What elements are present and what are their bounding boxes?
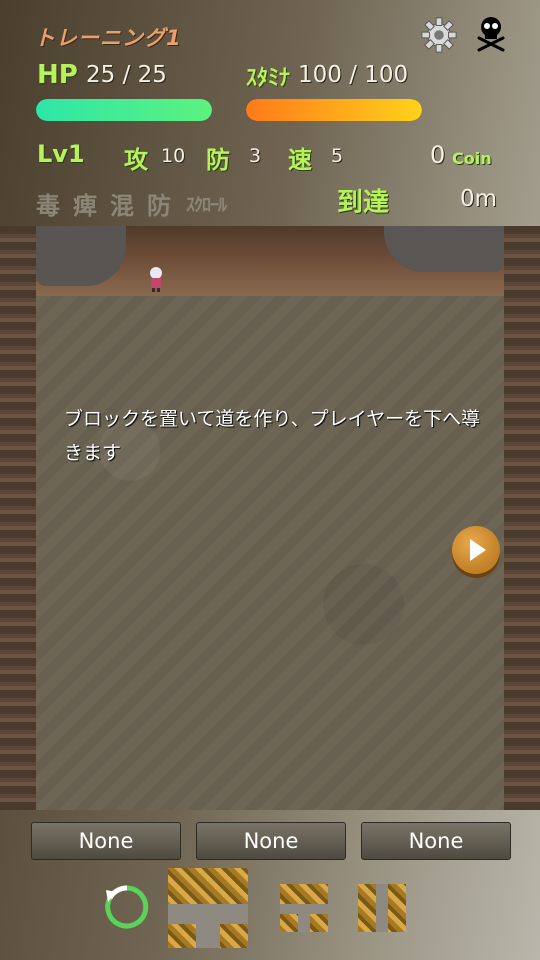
skull-icon[interactable] <box>476 16 506 52</box>
item-slot-3[interactable]: None <box>361 822 511 860</box>
stamina-bar-fill <box>246 99 422 121</box>
tutorial-message: ブロックを置いて道を作り、プレイヤーを下へ導きます <box>64 408 481 464</box>
left-wall <box>0 226 36 810</box>
reach-label: 到達 <box>337 188 390 218</box>
stamina-label: ｽﾀﾐﾅ <box>246 66 291 91</box>
defense-value: 3 <box>249 145 262 167</box>
rock <box>384 226 504 272</box>
hp-label: HP <box>37 60 78 90</box>
attack-label: 攻 <box>124 146 148 174</box>
stage-title: トレーニング1 <box>34 26 182 50</box>
status-scroll: ｽｸﾛｰﾙ <box>186 195 227 216</box>
block-piece-vertical[interactable] <box>358 884 406 932</box>
hp-bar <box>36 99 212 121</box>
stamina-value: 100 / 100 <box>298 62 409 88</box>
status-paralysis: 痺 <box>73 192 97 220</box>
stamina-bar <box>246 99 422 121</box>
cave-entrance <box>36 226 504 296</box>
attack-value: 10 <box>161 145 186 167</box>
status-confusion: 混 <box>110 192 134 220</box>
refresh-icon[interactable] <box>102 882 152 932</box>
ground[interactable] <box>36 296 504 810</box>
hp-value: 25 / 25 <box>86 62 167 88</box>
right-wall <box>504 226 540 810</box>
player-sprite <box>150 267 162 292</box>
reach-value: 0m <box>460 186 498 212</box>
level-label: Lv <box>37 140 68 168</box>
coin-label: Coin <box>452 149 492 168</box>
status-poison: 毒 <box>36 192 60 220</box>
block-piece-t[interactable] <box>168 868 248 948</box>
defense-label: 防 <box>206 146 230 174</box>
play-icon <box>470 539 486 561</box>
item-slot-1[interactable]: None <box>31 822 181 860</box>
item-slot-2[interactable]: None <box>196 822 346 860</box>
status-defense: 防 <box>147 192 171 220</box>
hud: トレーニング1 HP 25 / 25 ｽﾀﾐﾅ 100 / 100 Lv 1 攻… <box>0 0 540 226</box>
game-field[interactable]: ブロックを置いて道を作り、プレイヤーを下へ導きます <box>0 226 540 810</box>
block-piece-t-small[interactable] <box>280 884 328 932</box>
speed-value: 5 <box>331 145 344 167</box>
gear-icon[interactable] <box>420 16 458 54</box>
speed-label: 速 <box>288 146 312 174</box>
level-value: 1 <box>68 140 85 168</box>
coin-value: 0 <box>430 141 446 169</box>
play-button[interactable] <box>452 526 500 574</box>
hp-bar-fill <box>36 99 212 121</box>
rock <box>36 226 126 286</box>
